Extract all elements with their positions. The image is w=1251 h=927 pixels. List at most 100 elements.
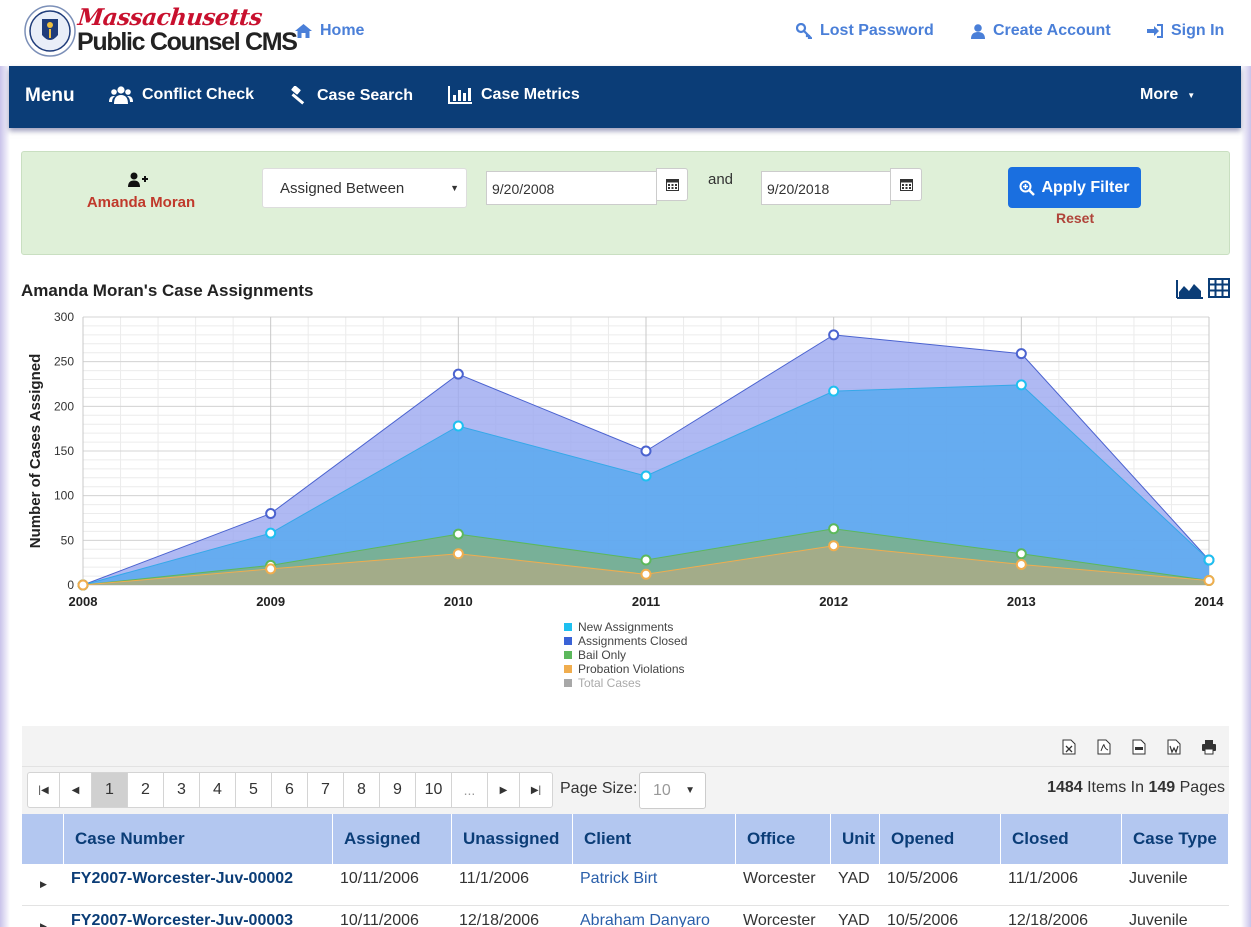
column-header[interactable]: Unit: [831, 814, 880, 864]
search-plus-icon: [1019, 180, 1036, 196]
legend-label: Assignments Closed: [578, 634, 688, 648]
column-header[interactable]: Office: [736, 814, 831, 864]
table-view-icon[interactable]: [1208, 278, 1230, 298]
print-icon[interactable]: [1201, 739, 1217, 755]
word-export-icon[interactable]: [1167, 739, 1181, 755]
legend-label: Bail Only: [578, 648, 627, 662]
page-size-value: 10: [653, 782, 671, 799]
end-date-calendar-button[interactable]: [890, 168, 922, 201]
page-button[interactable]: 1: [92, 773, 128, 807]
filter-mode-select[interactable]: Assigned Between ▼: [262, 168, 467, 208]
y-tick-label: 250: [54, 355, 74, 369]
start-date-calendar-button[interactable]: [656, 168, 688, 201]
legend-item[interactable]: New Assignments: [564, 620, 687, 634]
column-header[interactable]: Closed: [1001, 814, 1122, 864]
first-page-button[interactable]: |◀: [28, 773, 60, 807]
page-button[interactable]: 6: [272, 773, 308, 807]
column-header[interactable]: Opened: [880, 814, 1001, 864]
apply-filter-button[interactable]: Apply Filter: [1008, 167, 1141, 208]
legend-item[interactable]: Probation Violations: [564, 662, 687, 676]
data-point-probation-violations: [77, 579, 89, 591]
y-tick-label: 150: [54, 444, 74, 458]
table-row[interactable]: ▶ FY2007-Worcester-Juv-00003 10/11/2006 12/…: [22, 906, 1229, 927]
next-page-button[interactable]: ▶: [488, 773, 520, 807]
data-point-bail-only: [640, 554, 652, 566]
page: Massachusetts Public Counsel CMS Home Lo…: [0, 0, 1251, 927]
user-plus-icon: [128, 172, 148, 187]
legend-item[interactable]: Total Cases: [564, 676, 687, 690]
column-header[interactable]: Case Type: [1122, 814, 1229, 864]
page-size-select[interactable]: 10 ▼: [639, 772, 706, 809]
page-button[interactable]: 3: [164, 773, 200, 807]
case-metrics-label: Case Metrics: [481, 86, 580, 103]
items-info: 1484 Items In 149 Pages: [1047, 779, 1225, 797]
data-point-probation-violations: [828, 540, 840, 552]
cell-assigned: 10/11/2006: [340, 912, 419, 927]
more-pages-button[interactable]: ...: [452, 773, 488, 807]
csv-export-icon[interactable]: [1132, 739, 1146, 755]
cell-opened: 10/5/2006: [887, 912, 959, 927]
cell-unit: YAD: [838, 912, 870, 927]
page-button[interactable]: 2: [128, 773, 164, 807]
legend-swatch: [564, 623, 572, 631]
x-tick-label: 2009: [256, 594, 285, 609]
x-tick-label: 2013: [1007, 594, 1036, 609]
export-toolbar: [22, 726, 1229, 767]
legend-swatch: [564, 637, 572, 645]
legend-swatch: [564, 665, 572, 673]
page-button[interactable]: 8: [344, 773, 380, 807]
case-metrics-link[interactable]: Case Metrics: [448, 86, 580, 104]
reset-link[interactable]: Reset: [1056, 210, 1094, 226]
pages-count: 149: [1148, 779, 1176, 796]
page-button[interactable]: 9: [380, 773, 416, 807]
expand-row-icon[interactable]: ▶: [40, 879, 47, 890]
data-point-bail-only: [828, 523, 840, 535]
page-button[interactable]: 10: [416, 773, 452, 807]
end-date-input[interactable]: 9/20/2018: [761, 171, 891, 205]
prev-page-button[interactable]: ◀: [60, 773, 92, 807]
case-search-link[interactable]: Case Search: [286, 86, 413, 106]
data-point-probation-violations: [265, 563, 277, 575]
start-date-input[interactable]: 9/20/2008: [486, 171, 657, 205]
cell-unassigned: 11/1/2006: [459, 870, 529, 887]
column-header[interactable]: Case Number: [64, 814, 333, 864]
column-header[interactable]: Assigned: [333, 814, 452, 864]
area-chart-view-icon[interactable]: [1176, 278, 1203, 300]
table-row[interactable]: ▶ FY2007-Worcester-Juv-00002 10/11/2006 11/…: [22, 864, 1229, 906]
items-in-label: Items In: [1087, 779, 1145, 796]
chart-legend: New Assignments Assignments Closed Bail On…: [564, 620, 687, 690]
column-header[interactable]: Client: [573, 814, 736, 864]
lost-password-link[interactable]: Lost Password: [796, 22, 934, 40]
pdf-export-icon[interactable]: [1097, 739, 1111, 755]
page-button[interactable]: 7: [308, 773, 344, 807]
x-tick-label: 2011: [632, 594, 660, 609]
cell-client[interactable]: Patrick Birt: [580, 870, 657, 888]
expand-row-icon[interactable]: ▶: [40, 921, 47, 927]
conflict-check-link[interactable]: Conflict Check: [109, 86, 254, 104]
last-page-button[interactable]: ▶|: [520, 773, 552, 807]
legend-item[interactable]: Assignments Closed: [564, 634, 687, 648]
legend-label: Probation Violations: [578, 662, 685, 676]
home-link[interactable]: Home: [295, 22, 364, 40]
y-axis-label: Number of Cases Assigned: [27, 354, 44, 549]
more-dropdown[interactable]: More ▼: [1140, 86, 1195, 104]
cell-client[interactable]: Abraham Danyaro: [580, 912, 710, 927]
cell-case-number[interactable]: FY2007-Worcester-Juv-00003: [71, 912, 293, 927]
pagination: |◀ ◀ 1 2 3 4 5 6 7 8 9 10... ▶ ▶|: [27, 772, 553, 808]
excel-export-icon[interactable]: [1062, 739, 1076, 755]
brand-state: Massachusetts: [76, 4, 264, 31]
page-button[interactable]: 4: [200, 773, 236, 807]
sign-in-link[interactable]: Sign In: [1147, 22, 1224, 40]
menu-button[interactable]: Menu: [25, 85, 75, 107]
legend-item[interactable]: Bail Only: [564, 648, 687, 662]
column-header[interactable]: Unassigned: [452, 814, 573, 864]
create-account-link[interactable]: Create Account: [971, 22, 1111, 40]
page-button[interactable]: 5: [236, 773, 272, 807]
caret-down-icon: ▼: [450, 183, 459, 193]
brand-title: Public Counsel CMS: [77, 28, 298, 56]
x-tick-label: 2012: [819, 594, 848, 609]
cell-case-number[interactable]: FY2007-Worcester-Juv-00002: [71, 870, 293, 888]
y-tick-label: 200: [54, 399, 74, 413]
user-icon: [971, 23, 985, 39]
more-label: More: [1140, 86, 1179, 103]
